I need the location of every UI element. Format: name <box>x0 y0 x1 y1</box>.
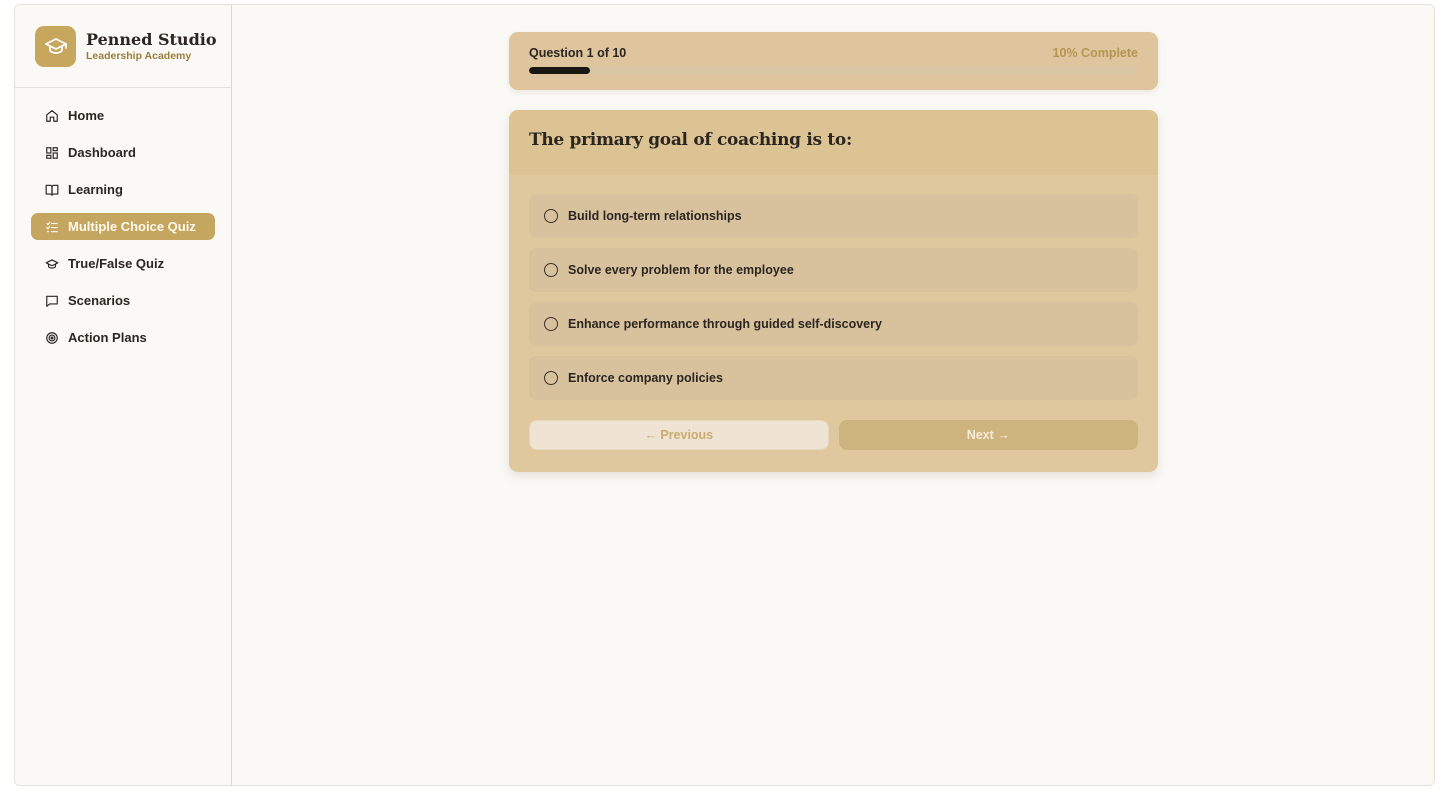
radio-button[interactable] <box>544 263 558 277</box>
radio-button[interactable] <box>544 371 558 385</box>
next-button[interactable]: Next → <box>838 420 1138 450</box>
sidebar-item-scenarios[interactable]: Scenarios <box>31 287 215 314</box>
sidebar-item-label: Home <box>68 108 105 123</box>
app-window: Penned Studio Leadership Academy Home Da… <box>14 4 1435 786</box>
answer-option-1[interactable]: Build long-term relationships <box>529 194 1138 238</box>
radio-button[interactable] <box>544 209 558 223</box>
brand-name: Penned Studio <box>86 30 217 49</box>
sidebar-item-label: Multiple Choice Quiz <box>68 219 196 234</box>
percent-complete: 10% Complete <box>1052 46 1138 60</box>
answer-option-3[interactable]: Enhance performance through guided self-… <box>529 302 1138 346</box>
sidebar-item-label: Scenarios <box>68 293 131 308</box>
radio-button[interactable] <box>544 317 558 331</box>
sidebar-item-learning[interactable]: Learning <box>31 176 215 203</box>
chat-bubble-icon <box>45 294 59 308</box>
question-header: The primary goal of coaching is to: <box>509 110 1158 175</box>
answer-option-4[interactable]: Enforce company policies <box>529 356 1138 400</box>
sidebar-item-true-false-quiz[interactable]: True/False Quiz <box>31 250 215 277</box>
sidebar-item-home[interactable]: Home <box>31 102 215 129</box>
sidebar-item-label: Learning <box>68 182 123 197</box>
dashboard-icon <box>45 146 59 160</box>
list-check-icon <box>45 220 59 234</box>
answer-label: Enhance performance through guided self-… <box>568 317 882 331</box>
progress-bar-fill <box>529 67 590 74</box>
sidebar-nav: Home Dashboard Learning Multiple Choice … <box>15 88 231 351</box>
previous-button[interactable]: ← Previous <box>529 420 829 450</box>
sidebar-item-dashboard[interactable]: Dashboard <box>31 139 215 166</box>
answer-label: Solve every problem for the employee <box>568 263 794 277</box>
brand-subtitle: Leadership Academy <box>86 50 192 62</box>
target-icon <box>45 331 59 345</box>
graduation-cap-icon <box>44 34 68 58</box>
question-counter: Question 1 of 10 <box>529 46 627 60</box>
home-icon <box>45 109 59 123</box>
sidebar: Penned Studio Leadership Academy Home Da… <box>15 5 232 785</box>
progress-bar <box>529 67 1138 74</box>
answer-option-2[interactable]: Solve every problem for the employee <box>529 248 1138 292</box>
sidebar-item-label: Action Plans <box>68 330 147 345</box>
brand-logo <box>35 25 76 67</box>
answer-label: Build long-term relationships <box>568 209 742 223</box>
question-text: The primary goal of coaching is to: <box>529 130 852 150</box>
main-content: Question 1 of 10 10% Complete The primar… <box>232 5 1434 785</box>
graduation-cap-icon <box>45 257 59 271</box>
sidebar-item-label: Dashboard <box>68 145 136 160</box>
sidebar-item-action-plans[interactable]: Action Plans <box>31 324 215 351</box>
answer-options: Build long-term relationships Solve ever… <box>509 175 1158 400</box>
quiz-card: The primary goal of coaching is to: Buil… <box>509 110 1158 472</box>
book-icon <box>45 183 59 197</box>
progress-card: Question 1 of 10 10% Complete <box>509 32 1158 90</box>
brand-header: Penned Studio Leadership Academy <box>15 5 231 88</box>
answer-label: Enforce company policies <box>568 371 723 385</box>
sidebar-item-multiple-choice-quiz[interactable]: Multiple Choice Quiz <box>31 213 215 240</box>
sidebar-item-label: True/False Quiz <box>68 256 165 271</box>
